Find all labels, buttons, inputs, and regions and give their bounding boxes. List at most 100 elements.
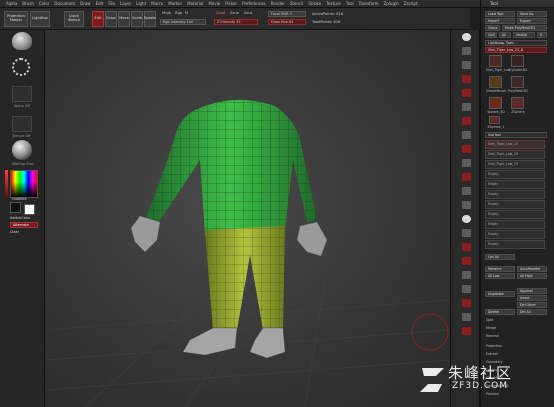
zadd-toggle[interactable]: Zadd <box>216 11 225 15</box>
delete-button[interactable]: Delete <box>485 309 515 315</box>
color-slider[interactable] <box>5 170 8 198</box>
lightbox-tools-button[interactable]: Lightbox► Tools <box>485 40 547 46</box>
all-low-button[interactable]: All Low <box>485 273 515 279</box>
xyz-icon[interactable] <box>456 172 476 181</box>
menu-item[interactable]: Light <box>136 1 146 6</box>
menu-item[interactable]: Picker <box>225 1 237 6</box>
subtool-empty-slot[interactable]: Empty <box>485 230 545 239</box>
menu-item[interactable]: Marker <box>168 1 182 6</box>
menu-item[interactable]: Tool <box>346 1 354 6</box>
model-viewport[interactable] <box>45 30 450 407</box>
menu-item[interactable]: Color <box>39 1 49 6</box>
make-polymesh-button[interactable]: Make PolyMesh3D <box>502 25 547 31</box>
scale-button[interactable]: Scale <box>131 11 143 27</box>
menu-item[interactable]: Layer <box>120 1 131 6</box>
floor-icon[interactable] <box>456 130 476 139</box>
alpha-off-thumb[interactable] <box>12 86 32 102</box>
subtool-empty-slot[interactable]: Empty <box>485 200 545 209</box>
merge-menu[interactable]: Merge <box>486 326 496 330</box>
extract-menu[interactable]: Extract <box>486 352 498 356</box>
goz-all-button[interactable]: All <box>499 32 511 38</box>
local-icon[interactable] <box>456 144 476 153</box>
zcut-toggle[interactable]: Zcut <box>244 11 252 15</box>
draw-size-slider[interactable]: Draw Size 64 <box>268 19 306 25</box>
gradient-label[interactable]: Gradient <box>12 197 27 201</box>
main-color-swatch[interactable] <box>10 202 21 213</box>
save-as-button[interactable]: Save As <box>517 11 547 17</box>
clone-button[interactable]: Clone <box>485 25 500 31</box>
subtool-empty-slot[interactable]: Empty <box>485 170 545 179</box>
export-button[interactable]: Export <box>517 18 547 24</box>
menu-item[interactable]: Macro <box>151 1 163 6</box>
tool-thumb-sphere[interactable] <box>489 97 502 109</box>
tool-thumb-polymesh[interactable] <box>511 76 524 88</box>
tool-thumb-simplebrush[interactable] <box>489 76 502 88</box>
subtool-empty-slot[interactable]: Empty <box>485 190 545 199</box>
projection-menu[interactable]: Projection <box>486 344 502 348</box>
menu-item[interactable]: Texture <box>326 1 341 6</box>
tool-thumb-simi-tiger[interactable] <box>489 55 502 67</box>
subtool-empty-slot[interactable]: Empty <box>485 210 545 219</box>
menu-item[interactable]: Stroke <box>308 1 321 6</box>
alternate-button[interactable]: Alternate <box>10 222 38 228</box>
draw-button[interactable]: Draw <box>105 11 117 27</box>
lightbox-button[interactable]: LightBox <box>30 11 50 27</box>
polyf-icon[interactable] <box>456 270 476 279</box>
move-view-icon[interactable] <box>456 228 476 237</box>
xpose-icon[interactable] <box>456 326 476 335</box>
menu-item[interactable]: Edit <box>96 1 104 6</box>
mrgb-toggle[interactable]: Mrgb <box>162 11 171 15</box>
remesh-menu[interactable]: Remesh <box>486 334 499 338</box>
clear-label[interactable]: Clear <box>10 230 19 234</box>
subtool-item[interactable]: Simi_Tiger_Low_23 <box>485 150 545 159</box>
transp-icon[interactable] <box>456 284 476 293</box>
tool-palette-header[interactable]: Tool <box>481 0 554 8</box>
auto-reorder-button[interactable]: AutoReorder <box>517 266 547 272</box>
subtool-empty-slot[interactable]: Empty <box>485 240 545 249</box>
secondary-color-swatch[interactable] <box>24 204 35 215</box>
append-button[interactable]: Append <box>517 288 547 294</box>
insert-button[interactable]: Insert <box>517 295 547 301</box>
move-button[interactable]: Move <box>118 11 130 27</box>
standard-brush-icon[interactable] <box>12 32 32 50</box>
edit-button[interactable]: Edit <box>92 11 104 27</box>
zoom-icon[interactable] <box>456 74 476 83</box>
load-tool-button[interactable]: Load Tool <box>485 11 515 17</box>
visible-button[interactable]: Visible <box>513 32 535 38</box>
duplicate-button[interactable]: Duplicate <box>485 291 515 297</box>
persp-icon[interactable] <box>456 116 476 125</box>
rotate-z-icon[interactable] <box>456 200 476 209</box>
menu-item[interactable]: Zscript <box>404 1 418 6</box>
tool-thumb-zsphere-1[interactable] <box>489 116 500 124</box>
menu-item[interactable]: Material <box>187 1 203 6</box>
tool-thumb-zsphere[interactable] <box>511 97 524 109</box>
all-high-button[interactable]: All High <box>517 273 547 279</box>
subtool-item[interactable]: Simi_Tiger_Low_23 <box>485 160 545 169</box>
viewport-canvas[interactable] <box>45 30 450 407</box>
menu-item[interactable]: Stencil <box>290 1 304 6</box>
menu-item[interactable]: File <box>108 1 115 6</box>
subtool-header[interactable]: SubTool <box>485 132 547 138</box>
rotate-y-icon[interactable] <box>456 186 476 195</box>
m-toggle[interactable]: M <box>185 11 188 15</box>
projection-master-button[interactable]: Projection Master <box>4 11 28 27</box>
zsub-toggle[interactable]: Zsub <box>230 11 239 15</box>
actual-icon[interactable] <box>456 88 476 97</box>
split-menu[interactable]: Split <box>486 318 493 322</box>
quick-sketch-button[interactable]: Quick Sketch <box>64 11 84 27</box>
import-button[interactable]: Import <box>485 18 515 24</box>
goz-button[interactable]: GoZ <box>485 32 497 38</box>
color-picker[interactable] <box>10 170 38 198</box>
menu-item[interactable]: Render <box>271 1 285 6</box>
rotate-button[interactable]: Rotate <box>144 11 156 27</box>
current-tool-slider[interactable]: Simi_Tiger_Low_23_D <box>485 47 547 53</box>
del-other-button[interactable]: Del Other <box>517 302 547 308</box>
menu-item[interactable]: Movie <box>208 1 220 6</box>
solo-icon[interactable] <box>456 312 476 321</box>
rgb-toggle[interactable]: Rgb <box>175 11 182 15</box>
menu-item[interactable]: Zplugin <box>384 1 399 6</box>
scroll-icon[interactable] <box>456 60 476 69</box>
bpr-icon[interactable] <box>456 32 476 41</box>
switch-color-label[interactable]: SwitchColor <box>10 216 30 220</box>
subtool-empty-slot[interactable]: Empty <box>485 220 545 229</box>
